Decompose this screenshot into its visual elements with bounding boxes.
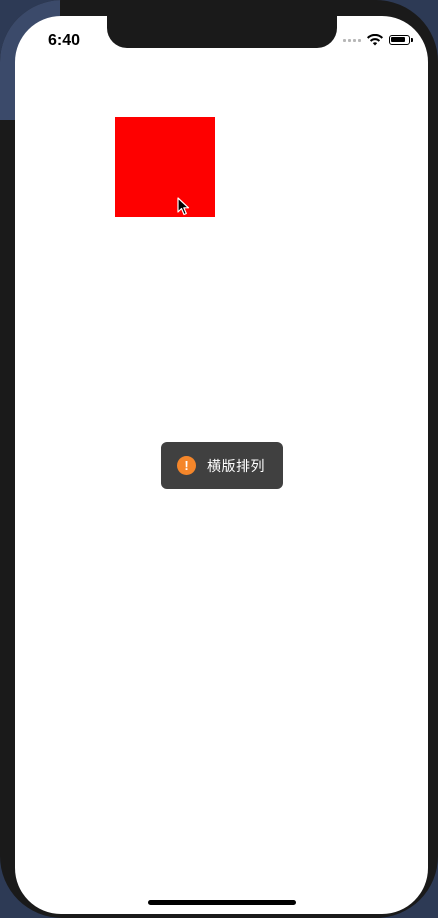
- cellular-signal-icon: [343, 38, 361, 42]
- battery-icon: [389, 35, 413, 45]
- notch: [107, 16, 337, 48]
- toast-text: 横版排列: [207, 458, 265, 475]
- status-icons: [343, 34, 413, 46]
- device-frame: 6:40 ! 横版排列: [0, 0, 438, 918]
- wifi-icon: [367, 34, 383, 46]
- battery-level: [391, 37, 405, 42]
- red-square-view[interactable]: [115, 117, 215, 217]
- warning-icon: !: [177, 456, 196, 475]
- toast-message: ! 横版排列: [161, 442, 283, 489]
- phone-screen: 6:40 ! 横版排列: [15, 16, 428, 914]
- home-indicator[interactable]: [148, 900, 296, 905]
- status-time: 6:40: [48, 32, 81, 49]
- mouse-cursor-icon: [177, 197, 190, 216]
